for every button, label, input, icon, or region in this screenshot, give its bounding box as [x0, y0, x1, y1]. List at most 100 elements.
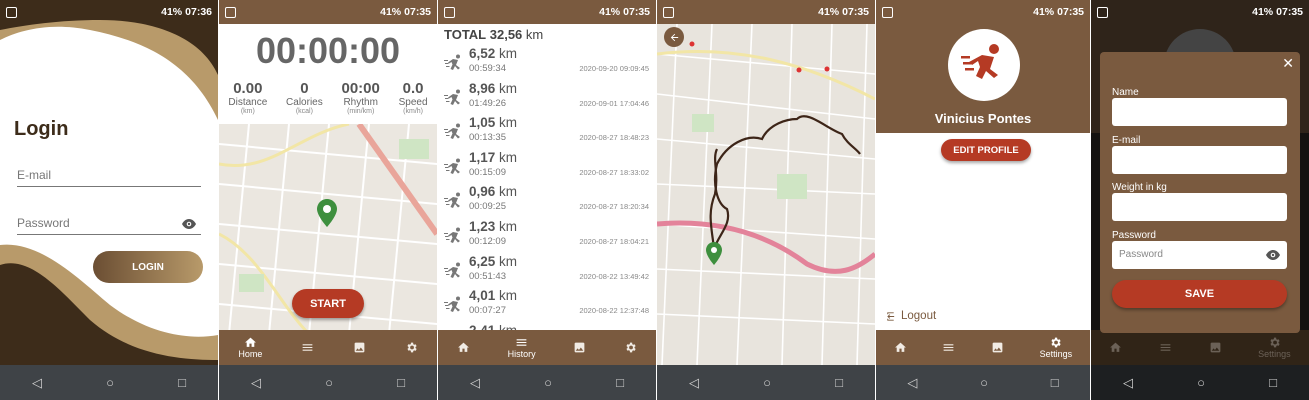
history-item[interactable]: 6,25 km 00:51:43 2020-08-22 13:49:42	[438, 252, 656, 287]
runner-icon	[444, 158, 464, 176]
email-label: E-mail	[1112, 135, 1141, 146]
status-bar: 41% 07:35	[438, 0, 656, 24]
edit-profile-button[interactable]: EDIT PROFILE	[941, 139, 1031, 161]
total-value: 32,56	[489, 27, 523, 42]
recents-icon[interactable]: □	[1269, 375, 1277, 390]
nav-map[interactable]	[991, 341, 1004, 354]
stat-calories: 0 Calories (kcal)	[286, 80, 323, 115]
recents-icon[interactable]: □	[1051, 375, 1059, 390]
history-item[interactable]: 1,23 km 00:12:09 2020-08-27 18:04:21	[438, 217, 656, 252]
weight-label: Weight in kg	[1112, 182, 1167, 193]
logout-link[interactable]: Logout	[885, 310, 936, 322]
nav-home-label: Home	[238, 349, 263, 359]
nav-history[interactable]	[1159, 341, 1172, 354]
avatar	[948, 29, 1020, 101]
home-circle-icon[interactable]: ○	[763, 375, 771, 390]
email-input[interactable]	[1112, 146, 1287, 174]
history-item[interactable]: 1,17 km 00:15:09 2020-08-27 18:33:02	[438, 148, 656, 183]
login-button[interactable]: LOGIN	[93, 251, 203, 283]
history-distance: 6,52 km	[469, 46, 518, 61]
runner-icon	[444, 89, 464, 107]
name-input[interactable]	[1112, 98, 1287, 126]
password-input[interactable]: Password	[17, 216, 201, 235]
runner-icon	[444, 123, 464, 141]
logout-icon	[887, 311, 895, 321]
logout-label: Logout	[901, 310, 937, 322]
back-icon[interactable]: ◁	[907, 375, 917, 391]
recents-icon[interactable]: □	[835, 375, 843, 390]
history-duration: 00:13:35	[469, 132, 506, 144]
route-map[interactable]	[657, 24, 875, 365]
clock: 07:35	[842, 6, 869, 18]
bottom-navigation: Settings	[876, 330, 1090, 365]
back-icon[interactable]: ◁	[251, 375, 261, 391]
history-screen: 41% 07:35 TOTAL 32,56 km 6,52 km 00:59:34 2…	[438, 0, 656, 400]
gear-icon	[1270, 337, 1280, 348]
history-duration: 00:59:34	[469, 63, 506, 74]
runner-icon	[444, 262, 464, 280]
battery-text: 41%	[818, 6, 840, 18]
status-bar: 41% 07:35	[657, 0, 875, 24]
back-icon[interactable]: ◁	[32, 375, 42, 391]
back-icon[interactable]: ◁	[689, 375, 699, 391]
stat-value: 00:00	[341, 80, 380, 97]
close-button[interactable]: ✕	[1282, 55, 1294, 72]
nav-settings[interactable]	[405, 341, 418, 354]
home-circle-icon[interactable]: ○	[1197, 375, 1205, 390]
history-total: TOTAL 32,56 km	[444, 27, 543, 42]
history-duration: 00:15:09	[469, 166, 506, 178]
nav-map[interactable]	[573, 341, 586, 354]
nav-home[interactable]	[457, 341, 470, 354]
stat-value: 0	[300, 80, 309, 97]
home-circle-icon[interactable]: ○	[980, 375, 988, 390]
start-button[interactable]: START	[292, 289, 364, 318]
nav-map[interactable]	[353, 341, 366, 354]
nav-home[interactable]	[894, 341, 907, 354]
home-circle-icon[interactable]: ○	[544, 375, 552, 390]
name-label: Name	[1112, 87, 1139, 98]
history-item[interactable]: 6,52 km 00:59:34 2020-09-20 09:09:45	[438, 44, 656, 79]
runner-icon	[961, 44, 999, 79]
save-button[interactable]: SAVE	[1112, 280, 1287, 308]
recents-icon[interactable]: □	[178, 375, 186, 390]
nav-history[interactable]	[942, 341, 955, 354]
recents-icon[interactable]: □	[616, 375, 624, 390]
nav-settings[interactable]: Settings	[1258, 336, 1291, 359]
history-duration: 00:12:09	[469, 236, 506, 247]
history-item[interactable]: 8,96 km 01:49:26 2020-09-01 17:04:46	[438, 79, 656, 114]
eye-icon[interactable]	[1266, 250, 1280, 260]
nav-home[interactable]	[1109, 341, 1122, 354]
home-circle-icon[interactable]: ○	[106, 375, 114, 390]
weight-input[interactable]	[1112, 193, 1287, 221]
history-item[interactable]: 0,96 km 00:09:25 2020-08-27 18:20:34	[438, 182, 656, 217]
back-icon[interactable]: ◁	[1123, 375, 1133, 391]
history-item[interactable]: 4,01 km 00:07:27 2020-08-22 12:37:48	[438, 286, 656, 321]
back-button[interactable]	[664, 27, 684, 47]
history-duration: 00:51:43	[469, 270, 506, 282]
back-icon[interactable]: ◁	[470, 375, 480, 391]
stat-value: 0.00	[233, 80, 263, 97]
eye-icon[interactable]	[182, 219, 196, 229]
history-distance: 4,01 km	[469, 288, 518, 304]
nav-settings[interactable]	[624, 341, 637, 354]
login-title: Login	[14, 118, 69, 140]
status-bar: 41% 07:35	[876, 0, 1090, 24]
history-duration: 01:49:26	[469, 97, 506, 109]
gear-icon	[407, 342, 417, 353]
nav-settings[interactable]: Settings	[1040, 336, 1072, 359]
notification-icon	[882, 6, 893, 18]
history-item[interactable]: 1,05 km 00:13:35 2020-08-27 18:48:23	[438, 113, 656, 148]
recents-icon[interactable]: □	[397, 375, 405, 390]
home-circle-icon[interactable]: ○	[325, 375, 333, 390]
total-label: TOTAL	[444, 27, 487, 42]
history-duration: 00:09:25	[469, 201, 506, 213]
login-background-waves	[0, 0, 218, 400]
nav-map[interactable]	[1209, 341, 1222, 354]
nav-home[interactable]: Home	[238, 336, 262, 359]
nav-history[interactable]	[301, 341, 314, 354]
password-input[interactable]: Password	[1112, 241, 1287, 269]
history-date: 2020-08-27 18:33:02	[579, 167, 649, 177]
nav-history[interactable]: History	[508, 336, 536, 359]
nav-history-label: History	[507, 349, 536, 359]
email-input[interactable]: E-mail	[17, 168, 201, 187]
